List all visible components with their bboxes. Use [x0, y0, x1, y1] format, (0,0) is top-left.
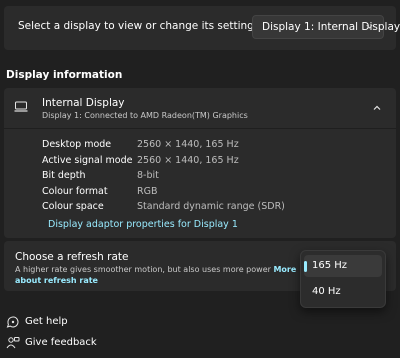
- monitor-icon: [14, 101, 28, 112]
- display-dropdown[interactable]: Display 1: Internal Display: [252, 15, 400, 39]
- refresh-rate-description: A higher rate gives smoother motion, but…: [15, 264, 305, 286]
- display-connection: Display 1: Connected to AMD Radeon(TM) G…: [42, 111, 248, 120]
- refresh-rate-option-40[interactable]: 40 Hz: [304, 281, 382, 303]
- property-value: 2560 × 1440, 165 Hz: [137, 139, 239, 150]
- display-dropdown-value: Display 1: Internal Display: [262, 21, 400, 33]
- refresh-rate-option-label: 165 Hz: [312, 260, 348, 271]
- display-info-header[interactable]: Internal Display Display 1: Connected to…: [4, 88, 396, 129]
- property-label: Active signal mode: [42, 154, 133, 166]
- property-value: RGB: [137, 185, 158, 197]
- property-label: Colour space: [42, 201, 104, 212]
- refresh-rate-title: Choose a refresh rate: [15, 251, 129, 263]
- feedback-icon: [6, 337, 20, 349]
- chevron-up-icon[interactable]: [372, 103, 382, 113]
- property-value: 2560 × 1440, 165 Hz: [137, 154, 239, 166]
- refresh-rate-option-165[interactable]: 165 Hz: [304, 255, 382, 277]
- display-select-card: Select a display to view or change its s…: [4, 6, 400, 50]
- display-name: Internal Display: [42, 97, 125, 109]
- display-select-prompt: Select a display to view or change its s…: [18, 20, 260, 32]
- display-adaptor-properties-link[interactable]: Display adaptor properties for Display 1: [48, 219, 238, 230]
- give-feedback-label: Give feedback: [25, 337, 97, 348]
- property-label: Colour format: [42, 185, 108, 197]
- property-value: 8-bit: [137, 170, 159, 181]
- property-label: Bit depth: [42, 170, 86, 181]
- get-help-label: Get help: [25, 316, 68, 327]
- display-info-card: Internal Display Display 1: Connected to…: [4, 88, 396, 238]
- display-information-heading: Display information: [6, 69, 123, 81]
- property-value: Standard dynamic range (SDR): [137, 201, 285, 212]
- refresh-rate-description-text: A higher rate gives smoother motion, but…: [15, 265, 271, 274]
- property-label: Desktop mode: [42, 139, 112, 150]
- help-icon: [6, 316, 19, 328]
- refresh-rate-option-label: 40 Hz: [312, 286, 341, 297]
- chevron-down-icon: [366, 24, 373, 29]
- refresh-rate-flyout: 165 Hz 40 Hz: [300, 250, 386, 308]
